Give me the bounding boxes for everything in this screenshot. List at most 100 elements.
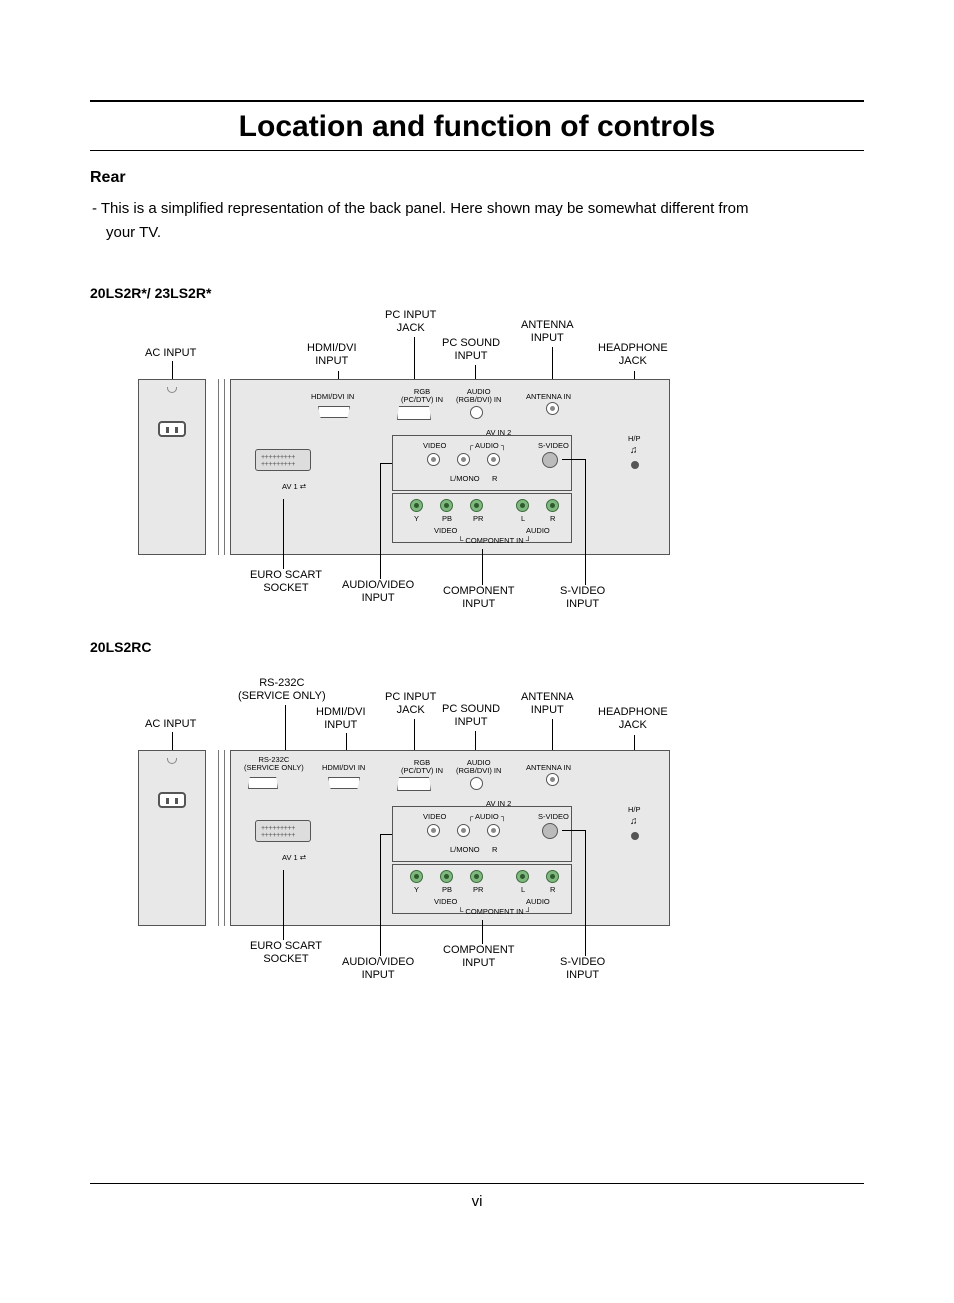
body-line-1: - This is a simplified representation of… — [92, 200, 748, 217]
ac-panel — [138, 750, 206, 926]
callout-hdmi: HDMI/DVI INPUT — [307, 342, 357, 367]
panel-break — [224, 379, 225, 555]
panel-lmono-label: L/MONO — [450, 846, 480, 854]
text: COMPONENT — [443, 944, 515, 956]
callout-rs232: RS-232C (SERVICE ONLY) — [238, 677, 326, 702]
panel-break — [218, 750, 219, 926]
leader-line — [172, 361, 173, 379]
text: RS-232C — [259, 677, 304, 689]
vga-port-icon — [397, 777, 431, 791]
panel-video2-label: VIDEO — [434, 898, 457, 906]
leader-line — [482, 920, 483, 944]
section-body: - This is a simplified representation of… — [90, 197, 864, 245]
panel-pb-label: PB — [442, 886, 452, 894]
panel-svideo-label: S-VIDEO — [538, 442, 569, 450]
text: ANTENNA — [521, 319, 574, 331]
component-pr-icon — [470, 870, 483, 883]
leader-line — [380, 463, 392, 464]
text: (SERVICE ONLY) — [244, 763, 304, 772]
svideo-port-icon — [542, 452, 558, 468]
callout-hdmi: HDMI/DVI INPUT — [316, 706, 366, 731]
callout-component: COMPONENT INPUT — [443, 944, 515, 969]
callout-ac-input: AC INPUT — [145, 347, 196, 360]
text: INPUT — [566, 598, 599, 610]
rs232-port-icon — [248, 777, 278, 789]
component-pb-icon — [440, 499, 453, 512]
component-y-icon — [410, 870, 423, 883]
panel-hdmi-label: HDMI/DVI IN — [311, 393, 354, 401]
rca-video-icon — [427, 824, 440, 837]
text: AV 1 — [282, 482, 298, 491]
panel-pr-label: PR — [473, 886, 483, 894]
panel-pb-label: PB — [442, 515, 452, 523]
component-pr-icon — [470, 499, 483, 512]
callout-euro-scart: EURO SCART SOCKET — [250, 569, 322, 594]
callout-headphone: HEADPHONE JACK — [598, 342, 668, 367]
panel-component-in-label: └ COMPONENT IN ┘ — [458, 908, 531, 916]
leader-line — [585, 830, 586, 956]
component-r-icon — [546, 499, 559, 512]
body-line-2: your TV. — [92, 221, 864, 245]
text: INPUT — [315, 355, 348, 367]
text: (PC/DTV) IN — [401, 766, 443, 775]
section-subhead: Rear — [90, 169, 864, 187]
component-pb-icon — [440, 870, 453, 883]
scart-pins: ++++++++++++++++++ — [261, 454, 295, 468]
vga-port-icon — [397, 406, 431, 420]
leader-line — [380, 834, 392, 835]
page-number: vi — [0, 1193, 954, 1210]
panel-antenna-label: ANTENNA IN — [526, 764, 571, 772]
callout-pc-sound: PC SOUND INPUT — [442, 703, 500, 728]
text: PC INPUT — [385, 309, 436, 321]
text: INPUT — [531, 332, 564, 344]
text: INPUT — [455, 350, 488, 362]
callout-svideo: S-VIDEO INPUT — [560, 585, 605, 610]
component-r-icon — [546, 870, 559, 883]
page-content: Location and function of controls Rear -… — [90, 100, 864, 1013]
headphone-icon: ♫ — [630, 816, 638, 827]
scart-port-icon: ++++++++++++++++++ — [255, 820, 311, 842]
svideo-port-icon — [542, 823, 558, 839]
panel-r2-label: R — [550, 886, 555, 894]
ac-socket-icon — [158, 792, 186, 808]
panel-rs232-label: RS-232C (SERVICE ONLY) — [244, 756, 304, 773]
panel-hdmi-label: HDMI/DVI IN — [322, 764, 365, 772]
text: INPUT — [462, 598, 495, 610]
text: HDMI/DVI — [307, 342, 357, 354]
text: PC SOUND — [442, 703, 500, 715]
text: AUDIO — [475, 441, 499, 450]
text: JACK — [619, 355, 647, 367]
panel-audio-label2: ┌ AUDIO ┐ — [468, 442, 506, 450]
text: EURO SCART — [250, 940, 322, 952]
audio-jack-icon — [470, 777, 483, 790]
text: COMPONENT IN — [465, 907, 523, 916]
text: COMPONENT IN — [465, 536, 523, 545]
panel-break — [218, 379, 219, 555]
panel-audio2-label: AUDIO — [526, 898, 550, 906]
audio-jack-icon — [470, 406, 483, 419]
text: INPUT — [531, 704, 564, 716]
callout-pc-input: PC INPUT JACK — [385, 691, 436, 716]
panel-video-label: VIDEO — [423, 442, 446, 450]
panel-av1-label: AV 1 ⮂ — [282, 483, 306, 492]
panel-r-label: R — [492, 475, 497, 483]
headphone-jack-icon — [631, 832, 639, 840]
rca-audio-r-icon — [487, 824, 500, 837]
leader-line — [380, 834, 381, 956]
leader-line — [380, 463, 381, 579]
model-label-1: 20LS2R*/ 23LS2R* — [90, 285, 864, 301]
panel-audio-label: AUDIO (RGB/DVI) IN — [456, 388, 501, 405]
leader-line — [562, 830, 585, 831]
rca-audio-r-icon — [487, 453, 500, 466]
text: (RGB/DVI) IN — [456, 395, 501, 404]
panel-avin2-label: AV IN 2 — [486, 429, 511, 437]
text: S-VIDEO — [560, 956, 605, 968]
callout-ac-input: AC INPUT — [145, 718, 196, 731]
panel-break — [224, 750, 225, 926]
text: INPUT — [324, 719, 357, 731]
text: INPUT — [362, 969, 395, 981]
text: S-VIDEO — [560, 585, 605, 597]
panel-l-label: L — [521, 886, 525, 894]
callout-av-input: AUDIO/VIDEO INPUT — [342, 956, 414, 981]
callout-pc-input: PC INPUT JACK — [385, 309, 436, 334]
